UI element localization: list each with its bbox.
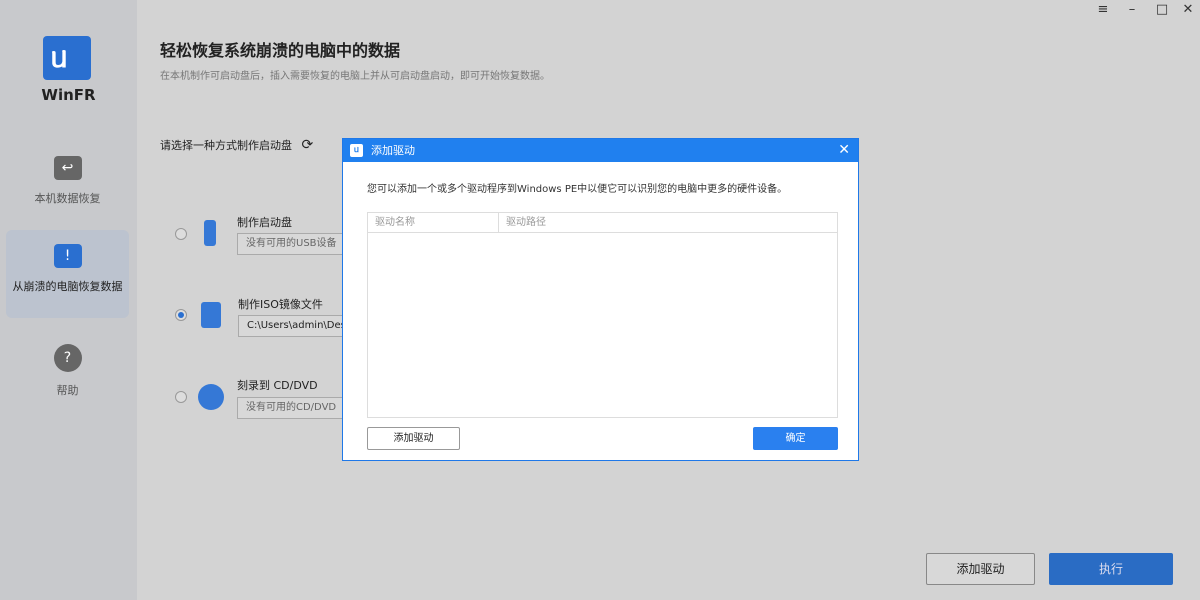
add-driver-dialog: ᥙ 添加驱动 ✕ 您可以添加一个或多个驱动程序到Windows PE中以便它可以… — [342, 138, 859, 461]
column-driver-name: 驱动名称 — [368, 213, 499, 232]
radio-cd[interactable] — [175, 391, 187, 403]
option-label: 制作启动盘 — [237, 216, 292, 229]
page-title: 轻松恢复系统崩溃的电脑中的数据 — [160, 41, 401, 60]
dialog-header: ᥙ 添加驱动 ✕ — [343, 139, 858, 162]
cd-device-select[interactable]: 没有可用的CD/DVD — [237, 397, 357, 419]
radio-usb[interactable] — [175, 228, 187, 240]
choose-text: 请选择一种方式制作启动盘 — [160, 139, 292, 152]
choose-label: 请选择一种方式制作启动盘 ⟳ — [160, 137, 313, 153]
maximize-icon[interactable]: □ — [1152, 2, 1172, 17]
folder-back-icon: ↩ — [53, 156, 82, 180]
iso-file-icon — [201, 302, 221, 328]
iso-path-input[interactable]: C:\Users\admin\Desktop — [238, 315, 358, 337]
dialog-add-driver-button[interactable]: 添加驱动 — [367, 427, 460, 450]
column-driver-path: 驱动路径 — [506, 217, 546, 228]
sidebar-item-help[interactable]: ? 帮助 — [6, 330, 129, 418]
laptop-alert-icon: ! — [53, 244, 82, 268]
sidebar-item-crashed-recovery[interactable]: ! 从崩溃的电脑恢复数据 — [6, 230, 129, 318]
dialog-ok-button[interactable]: 确定 — [753, 427, 838, 450]
usb-device-select[interactable]: 没有可用的USB设备 — [237, 233, 357, 255]
app-logo-icon: ᥙ — [350, 144, 363, 157]
radio-iso[interactable] — [175, 309, 187, 321]
sidebar-item-label: 帮助 — [56, 384, 79, 397]
usb-drive-icon — [204, 220, 216, 246]
add-driver-button[interactable]: 添加驱动 — [926, 553, 1035, 585]
dialog-description: 您可以添加一个或多个驱动程序到Windows PE中以便它可以识别您的电脑中更多… — [367, 184, 788, 195]
minimize-icon[interactable]: – — [1122, 2, 1142, 17]
dialog-title: 添加驱动 — [371, 144, 415, 157]
execute-button[interactable]: 执行 — [1049, 553, 1173, 585]
sidebar: ᥙ WinFR ↩ 本机数据恢复 ! 从崩溃的电脑恢复数据 ? 帮助 — [0, 0, 137, 600]
sidebar-item-label: 本机数据恢复 — [34, 192, 101, 205]
refresh-icon[interactable]: ⟳ — [302, 137, 314, 153]
table-header: 驱动名称 驱动路径 — [368, 213, 837, 233]
close-icon[interactable]: ✕ — [1178, 2, 1198, 17]
app-logo: ᥙ — [43, 36, 91, 80]
driver-table: 驱动名称 驱动路径 — [367, 212, 838, 418]
menu-icon[interactable]: ≡ — [1093, 2, 1113, 17]
app-name: WinFR — [41, 86, 96, 104]
sidebar-item-local-recovery[interactable]: ↩ 本机数据恢复 — [6, 142, 129, 230]
option-label: 制作ISO镜像文件 — [238, 298, 323, 311]
option-label: 刻录到 CD/DVD — [237, 379, 318, 392]
dialog-close-icon[interactable]: ✕ — [838, 139, 850, 162]
help-icon: ? — [53, 344, 82, 372]
page-subtitle: 在本机制作可启动盘后，插入需要恢复的电脑上并从可启动盘启动，即可开始恢复数据。 — [160, 71, 550, 82]
cd-icon — [198, 384, 224, 410]
sidebar-item-label: 从崩溃的电脑恢复数据 — [12, 280, 123, 293]
